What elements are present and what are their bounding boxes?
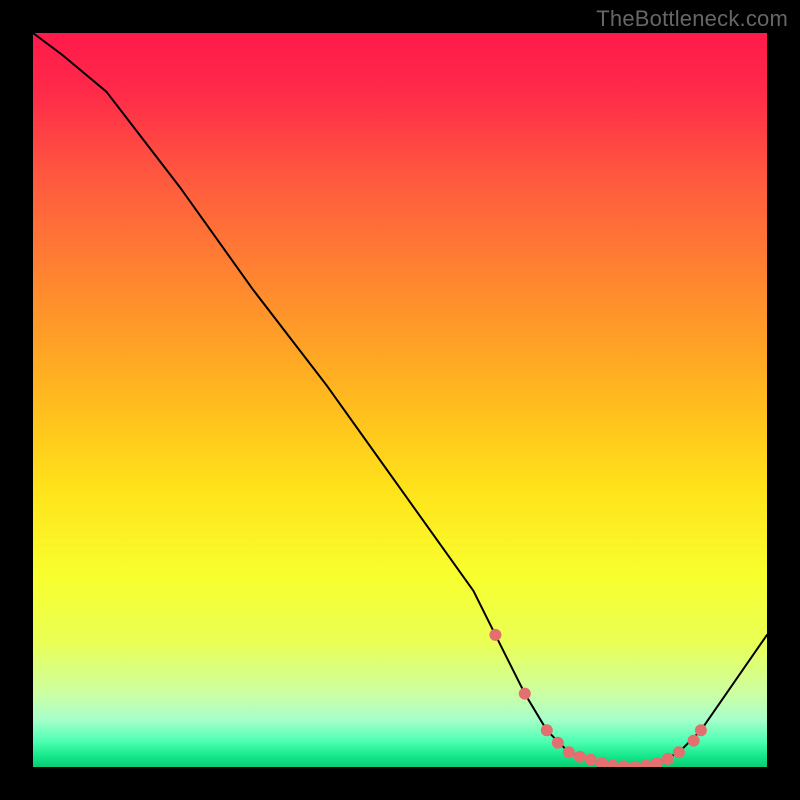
plot-area [33,33,767,767]
watermark-text: TheBottleneck.com [596,6,788,32]
chart-stage: TheBottleneck.com [0,0,800,800]
background-gradient [33,33,767,767]
